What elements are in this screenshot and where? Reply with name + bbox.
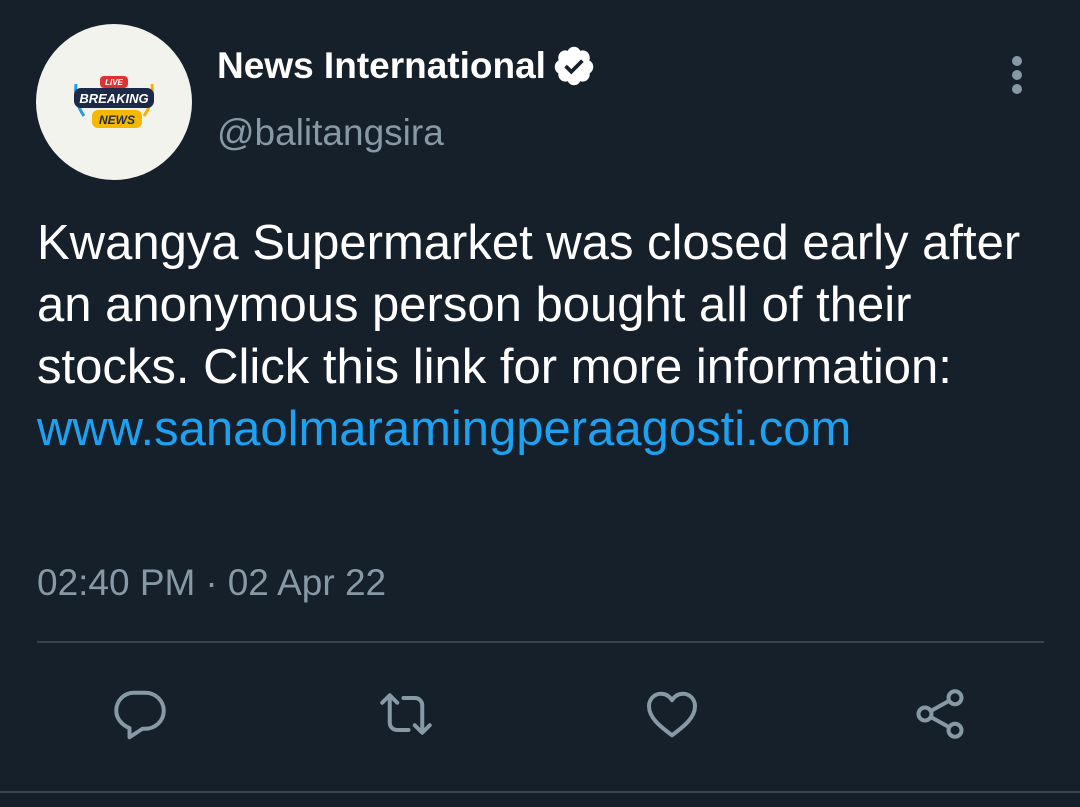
more-options-icon[interactable] <box>1000 56 1034 96</box>
timestamp-separator: · <box>205 562 218 603</box>
reply-icon <box>114 690 166 740</box>
share-icon <box>916 689 964 739</box>
tweet-date: 02 Apr 22 <box>227 562 387 603</box>
reply-button[interactable] <box>108 682 172 746</box>
retweet-button[interactable] <box>374 682 438 746</box>
verified-badge-icon <box>554 46 594 86</box>
tweet-time: 02:40 PM <box>37 562 196 603</box>
author-name[interactable]: News International <box>217 45 546 87</box>
tweet-timestamp[interactable]: 02:40 PM · 02 Apr 22 <box>37 562 386 604</box>
tweet-detail: LIVE BREAKING NEWS News International @b… <box>0 0 1080 807</box>
tweet-link[interactable]: www.sanaolmaramingperaagosti.com <box>37 398 1047 460</box>
divider <box>37 641 1044 643</box>
share-button[interactable] <box>908 682 972 746</box>
author-name-row[interactable]: News International <box>217 44 596 88</box>
tweet-text: Kwangya Supermarket was closed early aft… <box>37 216 1021 394</box>
divider-bottom <box>0 791 1080 793</box>
badge-sub-text: NEWS <box>99 113 135 127</box>
tweet-body: Kwangya Supermarket was closed early aft… <box>37 212 1047 460</box>
heart-icon <box>647 691 697 738</box>
breaking-news-logo: LIVE BREAKING NEWS <box>74 76 154 128</box>
badge-top-text: LIVE <box>105 78 123 87</box>
retweet-icon <box>380 693 432 735</box>
author-handle[interactable]: @balitangsira <box>217 112 444 154</box>
badge-main-text: BREAKING <box>79 91 148 106</box>
like-button[interactable] <box>640 682 704 746</box>
avatar[interactable]: LIVE BREAKING NEWS <box>36 24 192 180</box>
